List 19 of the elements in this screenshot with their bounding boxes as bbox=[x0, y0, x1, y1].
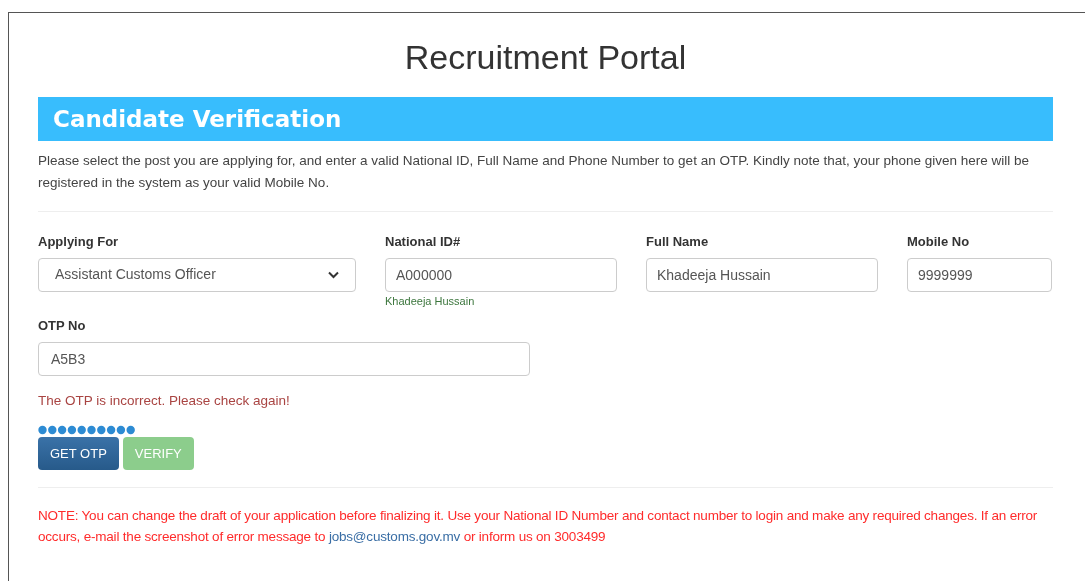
intro-text: Please select the post you are applying for, and enter a valid National ID, Full Name and Phone Number to get an OTP. Kindly note that, your phone given here will be registered in the system as your valid Mobile No. bbox=[38, 152, 1031, 192]
note-text: NOTE: You can change the draft of your application before finalizing it. Use your National ID Number and contact number to login and make any required changes. If an error occurs, e-mail the screenshot of error message to jobs@customs.gov.mv or inform us on 3003499 bbox=[38, 506, 1039, 546]
chevron-down-icon bbox=[328, 270, 339, 279]
email-link[interactable]: jobs@customs.gov.mv bbox=[328, 528, 461, 544]
field-label: National ID# bbox=[385, 233, 462, 251]
section-header: Candidate Verification bbox=[38, 97, 1053, 141]
get-otp-button[interactable]: GET OTP bbox=[38, 436, 119, 470]
otp-field[interactable]: A5B3 bbox=[38, 341, 530, 376]
input-field[interactable]: Khadeeja Hussain bbox=[646, 257, 878, 292]
field-label: OTP No bbox=[38, 317, 87, 335]
post-select[interactable]: Assistant Customs Officer bbox=[38, 257, 356, 292]
page-title: Recruitment Portal bbox=[403, 37, 688, 77]
error-message: The OTP is incorrect. Please check again! bbox=[38, 391, 291, 410]
field-label: Full Name bbox=[646, 233, 710, 251]
input-field[interactable]: A000000 bbox=[385, 257, 617, 292]
input-field[interactable]: 9999999 bbox=[907, 257, 1052, 292]
field-hint: Khadeeja Hussain bbox=[385, 293, 476, 309]
field-label: Mobile No bbox=[907, 233, 971, 251]
field-label: Applying For bbox=[38, 233, 120, 251]
